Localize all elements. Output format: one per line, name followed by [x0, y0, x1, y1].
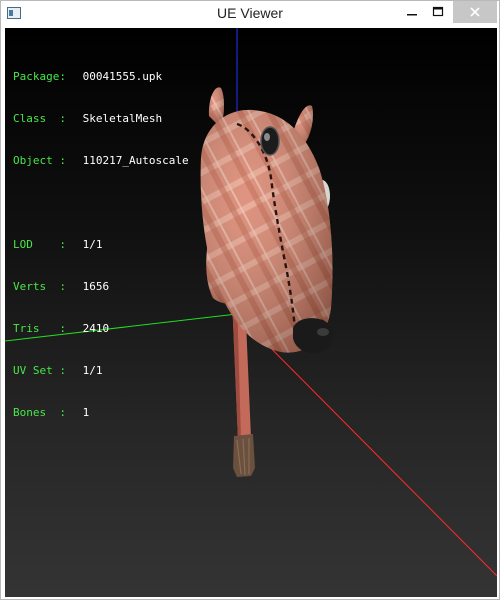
- info-row-object: Object : 110217_Autoscale: [13, 154, 189, 168]
- nose: [293, 318, 334, 354]
- mesh-info-overlay: Package: 00041555.upk Class : SkeletalMe…: [13, 42, 189, 448]
- title-bar[interactable]: UE Viewer: [1, 1, 499, 27]
- package-label: Package:: [13, 70, 66, 83]
- info-row-uvset: UV Set : 1/1: [13, 364, 189, 378]
- x-axis: [236, 313, 497, 577]
- class-label: Class :: [13, 112, 66, 125]
- info-row-package: Package: 00041555.upk: [13, 70, 189, 84]
- minimize-icon: [407, 14, 417, 16]
- uvset-value: 1/1: [82, 364, 103, 377]
- info-row-bones: Bones : 1: [13, 406, 189, 420]
- close-button[interactable]: [453, 1, 497, 23]
- uvset-label: UV Set :: [13, 364, 66, 377]
- object-value: 110217_Autoscale: [82, 154, 189, 167]
- maximize-button[interactable]: [427, 1, 449, 23]
- lod-label: LOD :: [13, 238, 66, 251]
- info-row-verts: Verts : 1656: [13, 280, 189, 294]
- info-row-class: Class : SkeletalMesh: [13, 112, 189, 126]
- window-title: UE Viewer: [217, 5, 283, 21]
- 3d-viewport[interactable]: Package: 00041555.upk Class : SkeletalMe…: [5, 28, 497, 597]
- verts-label: Verts :: [13, 280, 66, 293]
- eye: [260, 126, 280, 156]
- class-value: SkeletalMesh: [82, 112, 163, 125]
- package-value: 00041555.upk: [82, 70, 163, 83]
- tris-label: Tris :: [13, 322, 66, 335]
- object-label: Object :: [13, 154, 66, 167]
- lod-value: 1/1: [82, 238, 103, 251]
- bones-value: 1: [82, 406, 90, 419]
- tris-value: 2410: [82, 322, 110, 335]
- app-window: UE Viewer Package: 00041555.upk Class: …: [0, 0, 500, 600]
- close-icon: [470, 7, 480, 17]
- verts-value: 1656: [82, 280, 110, 293]
- info-row-lod: LOD : 1/1: [13, 238, 189, 252]
- maximize-icon: [432, 6, 444, 17]
- bones-label: Bones :: [13, 406, 66, 419]
- info-row-tris: Tris : 2410: [13, 322, 189, 336]
- minimize-button[interactable]: [401, 1, 423, 23]
